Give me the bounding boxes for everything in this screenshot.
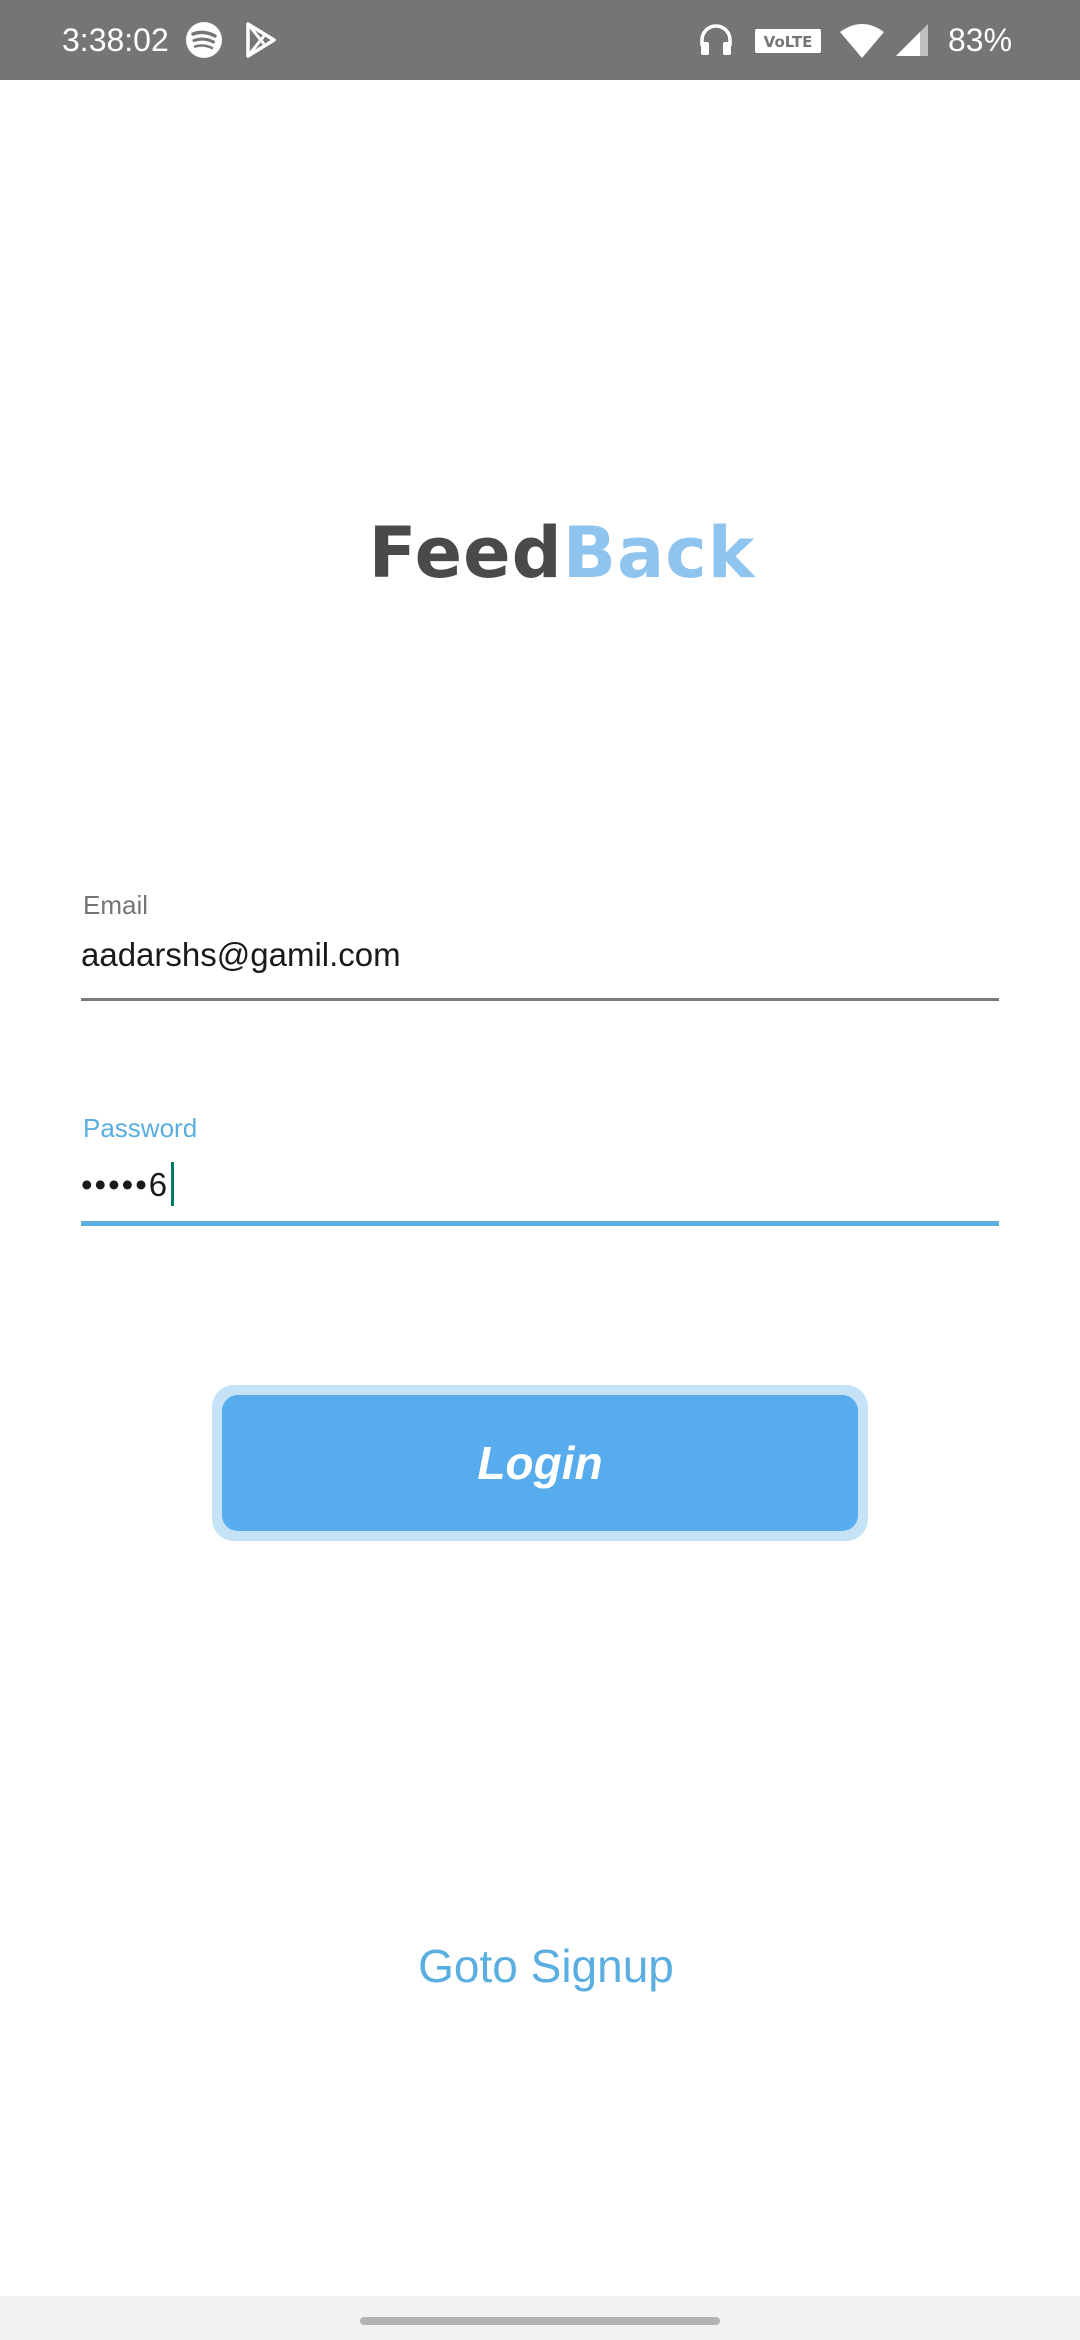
signal-icon (896, 24, 928, 56)
login-button[interactable]: Login (222, 1395, 858, 1531)
email-input[interactable]: aadarshs@gamil.com (81, 935, 401, 975)
password-input[interactable]: •••••6 (81, 1166, 169, 1203)
status-bar: 3:38:02 VoLTE 83% (0, 0, 1080, 80)
password-underline (81, 1221, 999, 1226)
logo-back-text: Back (562, 512, 756, 594)
status-time: 3:38:02 (62, 22, 169, 58)
home-gesture-handle[interactable] (360, 2317, 720, 2325)
logo-feed-text: Feed (368, 512, 563, 594)
password-field[interactable]: Password •••••6 (81, 1113, 999, 1228)
volte-icon: VoLTE (755, 29, 821, 53)
battery-percentage: 83% (948, 22, 1013, 58)
goto-signup-link[interactable]: Goto Signup (0, 1938, 1080, 1994)
play-store-icon (246, 22, 276, 58)
password-input-wrap[interactable]: •••••6 (81, 1162, 175, 1207)
headphones-icon (700, 24, 732, 55)
wifi-icon (840, 24, 884, 58)
app-logo: FeedBack (0, 508, 1080, 598)
email-field[interactable]: Email aadarshs@gamil.com (81, 890, 999, 1005)
password-label: Password (83, 1113, 198, 1143)
email-label: Email (83, 890, 149, 920)
navigation-bar (0, 2296, 1080, 2340)
email-underline (81, 998, 999, 1001)
text-cursor (171, 1162, 175, 1207)
login-screen: 3:38:02 VoLTE 83% FeedBack Email aadarsh… (0, 0, 1080, 2340)
spotify-icon (186, 22, 222, 58)
svg-text:VoLTE: VoLTE (764, 33, 813, 51)
